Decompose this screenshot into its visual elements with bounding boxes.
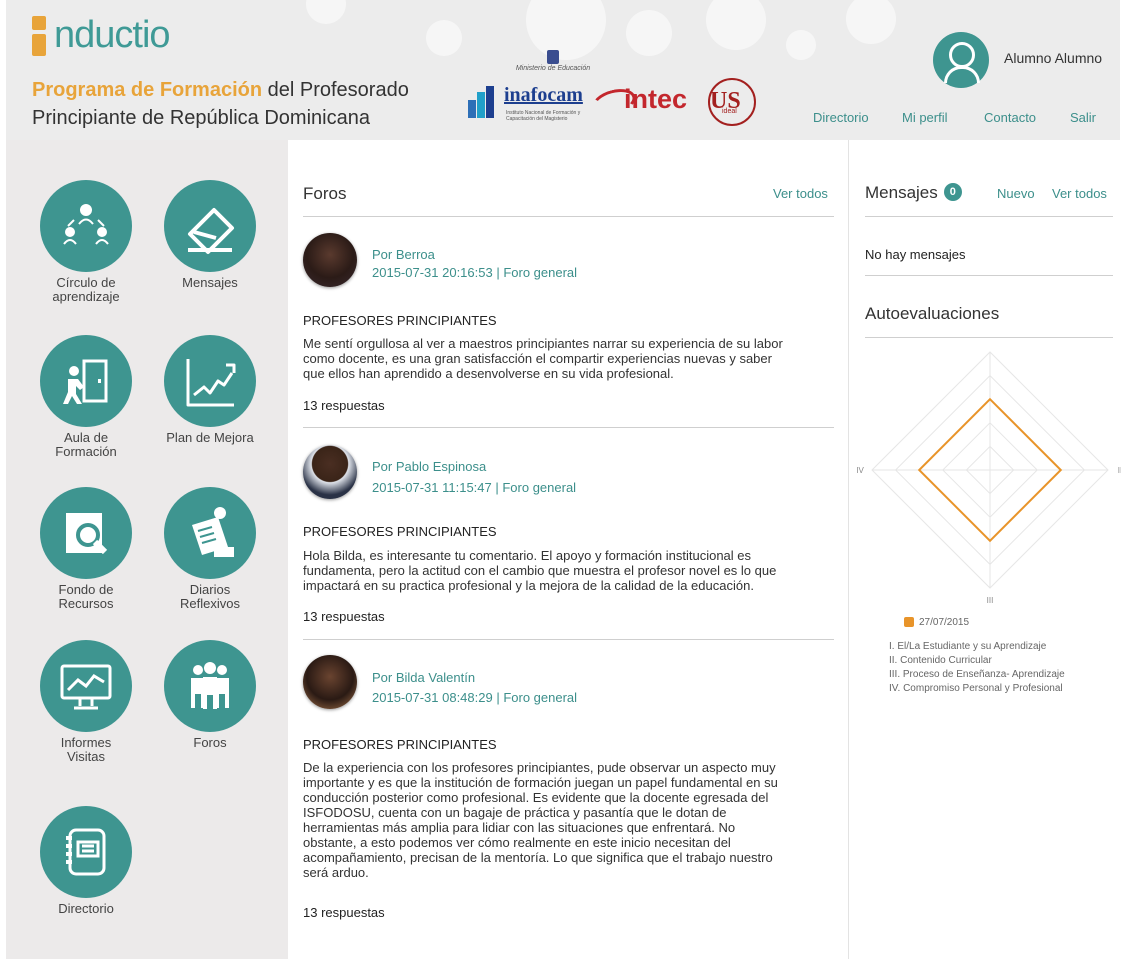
sidebar-item-label: Círculo de aprendizaje xyxy=(52,275,120,304)
site-header: nductio Programa de Formación del Profes… xyxy=(6,0,1120,140)
sidebar-item-label: Directorio xyxy=(58,901,114,916)
axis-legend-item: I. El/La Estudiante y su Aprendizaje xyxy=(889,641,1047,652)
post-meta[interactable]: 2015-07-31 11:15:47 | Foro general xyxy=(372,480,576,495)
sidebar-item-fondo-recursos[interactable]: Fondo de Recursos xyxy=(40,487,132,611)
program-title-line1: Programa de Formación del Profesorado xyxy=(32,79,409,101)
self-eval-title: Autoevaluaciones xyxy=(865,304,1000,323)
nav-directorio[interactable]: Directorio xyxy=(813,110,869,125)
sidebar-item-directorio[interactable]: Directorio xyxy=(40,806,132,916)
divider xyxy=(303,427,834,428)
divider xyxy=(865,275,1113,276)
post-title: PROFESORES PRINCIPIANTES xyxy=(303,524,497,539)
sidebar-item-label: Plan de Mejora xyxy=(166,430,254,445)
post-title: PROFESORES PRINCIPIANTES xyxy=(303,313,497,328)
program-title-line2: Principiante de República Dominicana xyxy=(32,107,370,129)
forums-title: Foros xyxy=(303,184,347,203)
sidebar-item-informes[interactable]: Informes Visitas xyxy=(40,640,132,764)
right-panel: Mensajes 0 Nuevo Ver todos No hay mensaje… xyxy=(848,140,1121,959)
divider xyxy=(303,639,834,640)
post-body: Hola Bilda, es interesante tu comentario… xyxy=(303,548,777,593)
messages-new-link[interactable]: Nuevo xyxy=(997,186,1035,201)
messages-view-all-link[interactable]: Ver todos xyxy=(1052,186,1107,201)
sidebar-item-label: Foros xyxy=(193,735,227,750)
messages-title: Mensajes 0 xyxy=(865,183,962,203)
user-avatar[interactable] xyxy=(933,32,989,88)
radar-axis-label: III xyxy=(987,596,994,605)
divider xyxy=(865,337,1113,338)
post-author-avatar[interactable] xyxy=(303,233,357,287)
user-name: Alumno Alumno xyxy=(1004,50,1103,66)
sidebar-item-foros[interactable]: Foros xyxy=(164,640,256,750)
divider xyxy=(865,216,1113,217)
classroom-door-icon xyxy=(63,359,108,404)
post-author-avatar[interactable] xyxy=(303,445,357,499)
brand-logo-mark xyxy=(32,16,54,56)
sidebar-item-aula[interactable]: Aula de Formación xyxy=(40,335,132,459)
self-eval-radar-chart: IIIIIIIV xyxy=(856,351,1121,605)
post-meta[interactable]: 2015-07-31 20:16:53 | Foro general xyxy=(372,265,577,280)
post-body: Me sentí orgullosa al ver a maestros pri… xyxy=(303,336,783,381)
post-author-link[interactable]: Por Berroa xyxy=(372,247,435,262)
forums-view-all-link[interactable]: Ver todos xyxy=(773,186,828,201)
post-replies-link[interactable]: 13 respuestas xyxy=(303,905,385,920)
address-book-icon xyxy=(66,828,106,876)
sidebar-item-label: Aula de Formación xyxy=(55,430,117,459)
nav-mi-perfil[interactable]: Mi perfil xyxy=(902,110,948,125)
partner-logos: Ministerio de Educación inafocam Institu… xyxy=(468,50,768,130)
axis-legend-item: III. Proceso de Enseñanza- Aprendizaje xyxy=(889,669,1065,680)
sidebar-item-label: Fondo de Recursos xyxy=(58,582,114,611)
sidebar-item-label: Diarios Reflexivos xyxy=(180,582,240,611)
ministerio-logo: Ministerio de Educación xyxy=(513,50,593,72)
messages-empty-text: No hay mensajes xyxy=(865,247,966,262)
post-body: De la experiencia con los profesores pri… xyxy=(303,760,778,880)
post-replies-link[interactable]: 13 respuestas xyxy=(303,398,385,413)
sidebar-menu: Círculo de aprendizaje Mensajes Aula de … xyxy=(6,140,288,959)
universidad-sevilla-logo: US ideal xyxy=(704,78,756,126)
post-author-link[interactable]: Por Pablo Espinosa xyxy=(372,459,486,474)
sidebar-item-mensajes[interactable]: Mensajes xyxy=(164,180,256,290)
nav-salir[interactable]: Salir xyxy=(1070,110,1096,125)
learning-circle-icon xyxy=(63,204,109,245)
radar-axis-label: IV xyxy=(856,466,864,475)
post-meta[interactable]: 2015-07-31 08:48:29 | Foro general xyxy=(372,690,577,705)
group-icon xyxy=(191,662,229,709)
axis-legend-item: II. Contenido Curricular xyxy=(889,655,992,666)
post-author-link[interactable]: Por Bilda Valentín xyxy=(372,670,475,685)
search-document-icon xyxy=(66,513,108,555)
legend-swatch xyxy=(904,617,914,627)
forums-panel: Foros Ver todos Por Berroa 2015-07-31 20… xyxy=(288,140,848,959)
legend-date: 27/07/2015 xyxy=(919,617,970,628)
axis-legend-item: IV. Compromiso Personal y Profesional xyxy=(889,683,1063,694)
sidebar-item-label: Mensajes xyxy=(182,275,238,290)
post-title: PROFESORES PRINCIPIANTES xyxy=(303,737,497,752)
newspaper-reader-icon xyxy=(192,507,234,557)
envelope-icon xyxy=(188,208,234,254)
divider xyxy=(303,216,834,217)
post-replies-link[interactable]: 13 respuestas xyxy=(303,609,385,624)
growth-chart-icon xyxy=(186,359,236,407)
brand-logo-text: nductio xyxy=(54,14,171,56)
messages-count-badge: 0 xyxy=(943,183,962,201)
sidebar-item-diarios[interactable]: Diarios Reflexivos xyxy=(164,487,256,611)
sidebar-item-label: Informes Visitas xyxy=(60,735,112,764)
sidebar-item-circulo[interactable]: Círculo de aprendizaje xyxy=(40,180,132,304)
post-author-avatar[interactable] xyxy=(303,655,357,709)
sidebar-item-plan-mejora[interactable]: Plan de Mejora xyxy=(164,335,256,445)
monitor-chart-icon xyxy=(60,664,112,710)
radar-axis-label: II xyxy=(1118,466,1121,475)
nav-contacto[interactable]: Contacto xyxy=(984,110,1036,125)
